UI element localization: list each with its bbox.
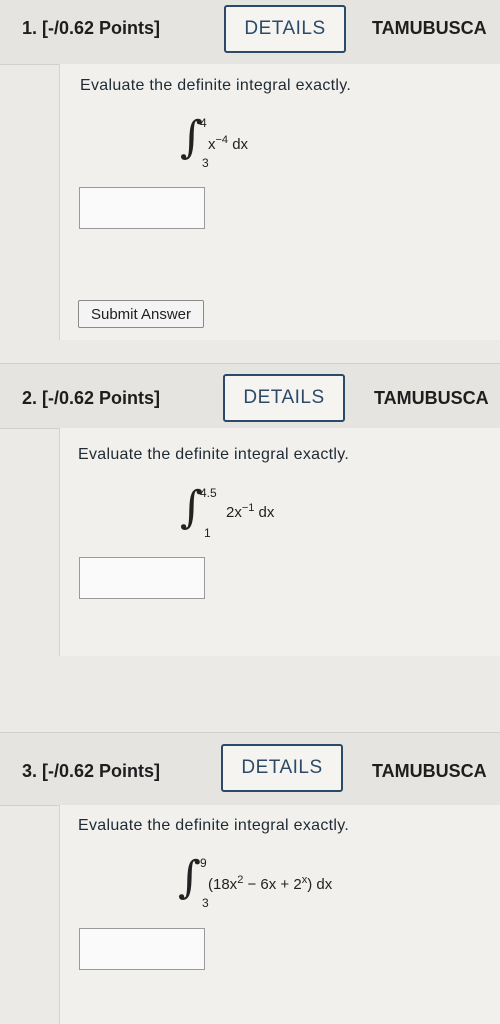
question-prompt: Evaluate the definite integral exactly. [78,817,350,834]
question-header: 1. [-/0.62 Points] DETAILS TAMUBUSCA [0,0,500,65]
integrand: 2x−1 dx [226,502,275,521]
question-header: 2. [-/0.62 Points] DETAILS TAMUBUSCA [0,363,500,429]
details-button[interactable]: DETAILS [221,744,343,792]
question-header: 3. [-/0.62 Points] DETAILS TAMUBUSCA [0,732,500,806]
course-label: TAMUBUSCA [374,388,489,408]
submit-answer-button[interactable]: Submit Answer [78,300,204,328]
upper-limit: 9 [200,856,207,870]
integral-sign: ∫ [178,852,201,903]
upper-limit: 4.5 [200,486,217,500]
question-prompt: Evaluate the definite integral exactly. [80,77,352,94]
answer-input[interactable] [79,557,205,599]
lower-limit: 1 [204,526,211,540]
course-label: TAMUBUSCA [372,18,487,38]
answer-input[interactable] [79,187,205,229]
integral-expression: ∫ 4.5 1 2x−1 dx [180,486,320,546]
question-number: 2. [-/0.62 Points] [22,388,161,408]
integrand: x−4 dx [208,134,249,153]
upper-limit: 4 [200,116,207,130]
integral-expression: ∫ 9 3 (18x2 − 6x + 2x) dx [178,856,398,916]
lower-limit: 3 [202,896,209,910]
lower-limit: 3 [202,156,209,170]
details-button[interactable]: DETAILS [223,374,345,422]
question-number: 3. [-/0.62 Points] [22,761,161,781]
answer-input[interactable] [79,928,205,970]
question-prompt: Evaluate the definite integral exactly. [78,446,350,463]
question-number: 1. [-/0.62 Points] [22,18,161,38]
integrand: (18x2 − 6x + 2x) dx [208,874,333,893]
course-label: TAMUBUSCA [372,761,487,781]
integral-expression: ∫ 4 3 x−4 dx [180,116,300,176]
details-button[interactable]: DETAILS [224,5,346,53]
